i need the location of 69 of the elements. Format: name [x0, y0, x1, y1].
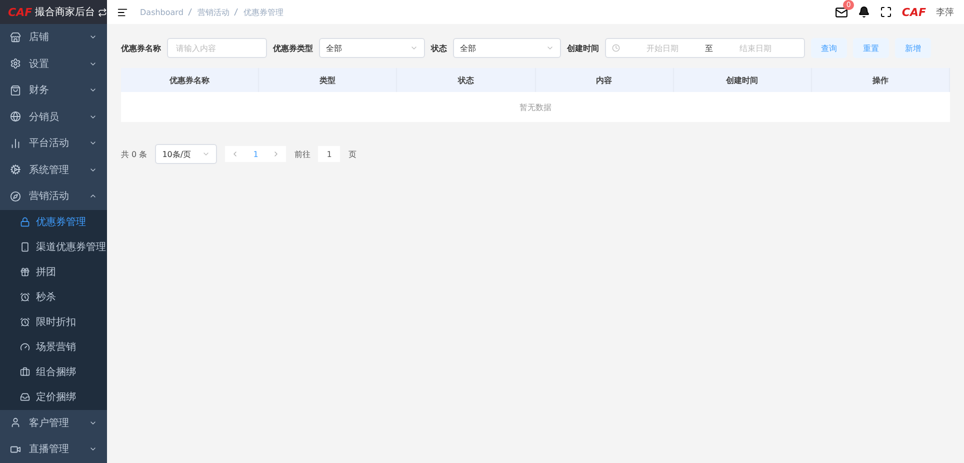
store-icon	[10, 32, 21, 43]
menu-item[interactable]: 系统管理	[0, 156, 107, 183]
filter-label: 优惠券类型	[273, 42, 313, 54]
menu-item[interactable]: 财务	[0, 77, 107, 104]
settings-icon	[10, 58, 21, 70]
chevron-down-icon	[546, 44, 554, 52]
menu-item[interactable]: 平台活动	[0, 130, 107, 156]
filter-label: 优惠券名称	[121, 42, 161, 54]
gift-icon	[20, 267, 30, 277]
compass-icon	[10, 190, 21, 202]
select-field[interactable]: 全部	[453, 38, 561, 58]
bell-icon[interactable]	[858, 6, 870, 18]
menu-item[interactable]: 设置	[0, 50, 107, 77]
avatar-logo: CAF	[902, 6, 926, 18]
alarm-clock-icon	[20, 292, 30, 302]
inbox-icon	[20, 392, 30, 402]
page-suffix: 页	[348, 148, 356, 160]
submenu-item[interactable]: 场景营销	[0, 334, 107, 360]
menu-item[interactable]: 客户管理	[0, 410, 107, 436]
submenu-item[interactable]: 拼团	[0, 260, 107, 284]
app-title: 撮合商家后台	[35, 6, 96, 19]
chevron-down-icon	[410, 44, 418, 52]
filter-label: 状态	[431, 42, 447, 54]
breadcrumb-separator	[234, 8, 238, 16]
user-name[interactable]: 李萍	[936, 6, 954, 18]
switch-icon[interactable]	[98, 8, 107, 16]
lock-icon	[20, 217, 30, 227]
submenu-item[interactable]: 组合捆绑	[0, 360, 107, 384]
select-field[interactable]: 全部	[319, 38, 425, 58]
goto-label: 前往	[294, 148, 310, 160]
alarm-clock-icon	[20, 317, 30, 327]
bag-icon	[10, 84, 21, 96]
clock-icon	[612, 44, 620, 52]
globe-icon	[10, 111, 21, 122]
submenu-item[interactable]: 优惠券管理	[0, 210, 107, 234]
column-header: 创建时间	[674, 68, 812, 92]
user-icon	[10, 417, 21, 428]
goto-input[interactable]: 1	[318, 146, 340, 162]
breadcrumb-separator	[188, 8, 192, 16]
menu-icon[interactable]	[117, 6, 128, 18]
total-count: 共 0 条	[121, 148, 148, 160]
video-camera-icon	[10, 444, 21, 455]
empty-text: 暂无数据	[520, 102, 552, 112]
briefcase-icon	[20, 367, 30, 377]
column-header: 状态	[397, 68, 536, 92]
filter-label: 创建时间	[567, 42, 599, 54]
menu-item[interactable]: 营销活动	[0, 183, 107, 210]
column-header: 优惠券名称	[121, 68, 260, 92]
submenu-item[interactable]: 限时折扣	[0, 310, 107, 334]
menu-item[interactable]: 直播管理	[0, 436, 107, 462]
chevron-down-icon	[202, 150, 210, 158]
mail-icon[interactable]	[834, 6, 848, 18]
phone-icon	[20, 242, 30, 252]
name-input[interactable]: 请输入内容	[167, 38, 267, 58]
column-header: 操作	[812, 68, 950, 92]
gauge-icon	[20, 342, 30, 352]
cog-icon	[10, 164, 21, 176]
menu-item[interactable]: 店铺	[0, 24, 107, 50]
column-header: 内容	[536, 68, 674, 92]
submenu-item[interactable]: 秒杀	[0, 284, 107, 310]
chart-icon	[10, 138, 21, 149]
menu-item[interactable]: 分销员	[0, 104, 107, 130]
fullscreen-icon[interactable]	[880, 6, 892, 18]
page-size-select[interactable]: 10条/页	[155, 144, 218, 164]
column-header: 类型	[259, 68, 398, 92]
logo: CAF	[8, 6, 32, 18]
date-range-field[interactable]: 开始日期 至 结束日期	[605, 38, 805, 58]
submenu-item[interactable]: 渠道优惠券管理	[0, 234, 107, 260]
submenu-item[interactable]: 定价捆绑	[0, 384, 107, 410]
